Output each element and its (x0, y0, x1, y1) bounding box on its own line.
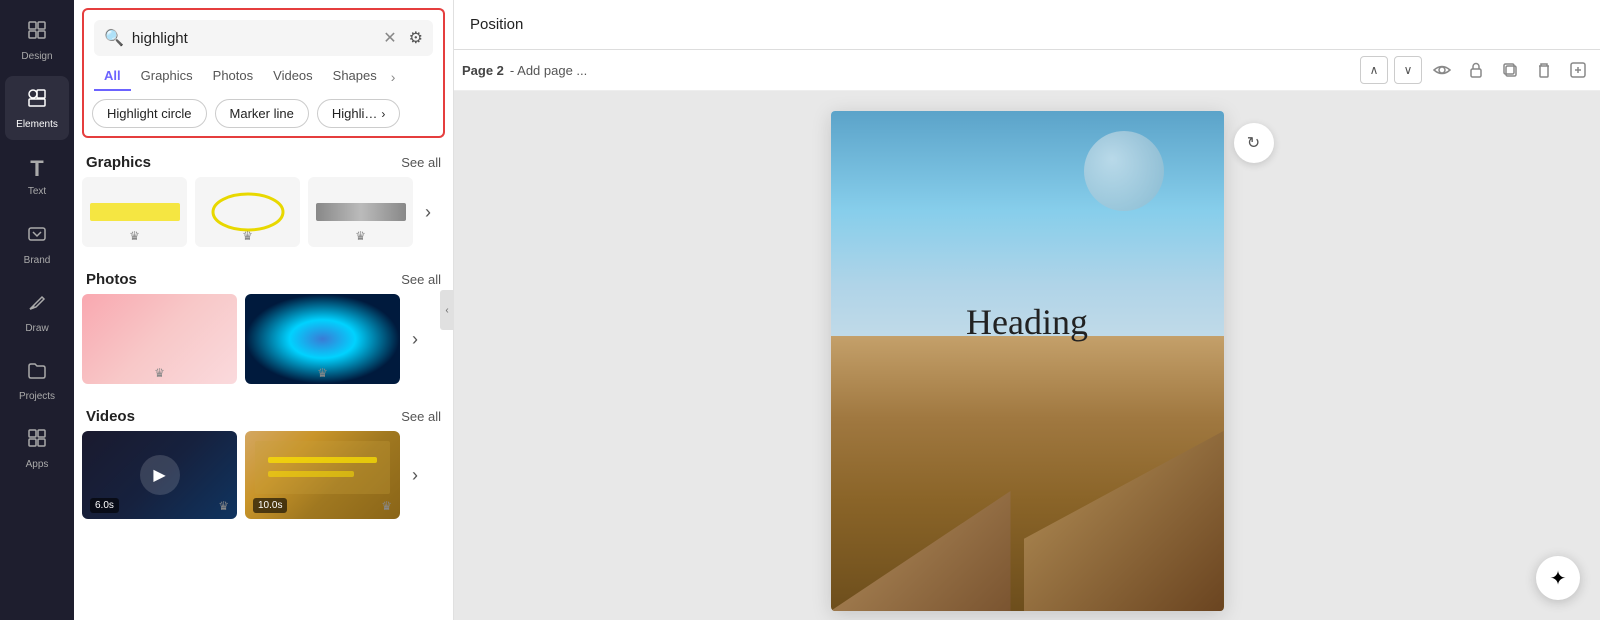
graphics-see-all[interactable]: See all (401, 155, 441, 170)
photos-grid: ♛ ♛ › (82, 294, 445, 384)
graphics-title: Graphics (86, 154, 151, 171)
tab-all[interactable]: All (94, 62, 131, 91)
photo-crown-1: ♛ (154, 366, 165, 380)
add-icon-button[interactable] (1564, 56, 1592, 84)
photos-grid-arrow-icon[interactable]: › (408, 325, 422, 354)
tab-videos[interactable]: Videos (263, 62, 323, 91)
videos-see-all[interactable]: See all (401, 409, 441, 424)
chip-label: Highli… (332, 106, 378, 121)
photo-item-1[interactable]: ♛ (82, 294, 237, 384)
text-icon: T (30, 156, 43, 182)
brand-icon (26, 223, 48, 251)
crown-badge-3: ♛ (355, 229, 366, 243)
sidebar-label-text: Text (28, 186, 46, 197)
sidebar-label-design: Design (21, 51, 52, 62)
sidebar-item-elements[interactable]: Elements (5, 76, 69, 140)
canvas-heading-text[interactable]: Heading (966, 301, 1088, 343)
canvas-area: Position Page 2 - Add page ... ∧ ∨ (454, 0, 1600, 620)
sidebar-item-text[interactable]: T Text (5, 144, 69, 208)
sidebar-label-projects: Projects (19, 391, 55, 402)
canvas-page[interactable]: Heading (831, 111, 1224, 611)
video-duration-2: 10.0s (253, 498, 287, 513)
magic-button[interactable]: ✦ (1536, 556, 1580, 600)
page-nav-down-button[interactable]: ∨ (1394, 56, 1422, 84)
graphics-grid-arrow-icon[interactable]: › (421, 198, 435, 227)
sidebar-item-brand[interactable]: Brand (5, 212, 69, 276)
delete-icon-button[interactable] (1530, 56, 1558, 84)
sidebar-label-brand: Brand (24, 255, 51, 266)
canvas-wrapper[interactable]: Heading ↻ + Add page (454, 91, 1600, 620)
tab-shapes[interactable]: Shapes (323, 62, 387, 91)
graphic-item-2[interactable]: ♛ (195, 177, 300, 247)
tab-graphics[interactable]: Graphics (131, 62, 203, 91)
sidebar: Design Elements T Text Brand (0, 0, 74, 620)
graphic-item-3[interactable]: ♛ (308, 177, 413, 247)
sidebar-label-elements: Elements (16, 119, 58, 130)
photos-header: Photos See all (82, 263, 445, 294)
video-duration-1: 6.0s (90, 498, 119, 513)
tabs-arrow-icon[interactable]: › (387, 69, 400, 85)
search-input[interactable] (132, 30, 375, 47)
videos-header: Videos See all (82, 400, 445, 431)
photos-section: Photos See all ♛ ♛ › (82, 263, 445, 384)
sidebar-label-draw: Draw (25, 323, 48, 334)
page-nav-up-button[interactable]: ∧ (1360, 56, 1388, 84)
videos-section: Videos See all ▶ 6.0s ♛ (82, 400, 445, 519)
filter-icon[interactable]: ⚙ (409, 28, 423, 48)
crown-badge-2: ♛ (242, 229, 253, 243)
projects-icon (26, 359, 48, 387)
photo-crown-2: ♛ (317, 366, 328, 380)
graphics-header: Graphics See all (82, 146, 445, 177)
elements-panel: 🔍 ✕ ⚙ All Graphics Photos Videos Shapes … (74, 0, 454, 620)
page-number-label: Page 2 (462, 63, 504, 78)
videos-grid-arrow-icon[interactable]: › (408, 461, 422, 490)
graphic-item-1[interactable]: ♛ (82, 177, 187, 247)
sidebar-item-draw[interactable]: Draw (5, 280, 69, 344)
photos-see-all[interactable]: See all (401, 272, 441, 287)
tab-photos[interactable]: Photos (203, 62, 263, 91)
chip-marker-line[interactable]: Marker line (215, 99, 309, 128)
panel-collapse-button[interactable]: ‹ (440, 290, 454, 330)
eye-icon-button[interactable] (1428, 56, 1456, 84)
add-page-label[interactable]: - Add page ... (510, 63, 587, 78)
page-bar: Page 2 - Add page ... ∧ ∨ (454, 50, 1600, 91)
search-clear-icon[interactable]: ✕ (383, 28, 396, 48)
sidebar-item-apps[interactable]: Apps (5, 416, 69, 480)
crown-badge-1: ♛ (129, 229, 140, 243)
yellow-highlight-bar (90, 203, 180, 221)
videos-title: Videos (86, 408, 135, 425)
graphics-grid: ♛ ♛ ♛ › (82, 177, 445, 247)
draw-icon (26, 291, 48, 319)
refresh-button[interactable]: ↻ (1234, 123, 1274, 163)
chip-highlight-more[interactable]: Highli… › (317, 99, 401, 128)
canvas-background: Heading (831, 111, 1224, 611)
search-bar[interactable]: 🔍 ✕ ⚙ (94, 20, 433, 56)
elements-icon (26, 87, 48, 115)
gray-highlight-bar (316, 203, 406, 221)
apps-icon (26, 427, 48, 455)
chip-highlight-circle[interactable]: Highlight circle (92, 99, 207, 128)
search-tabs: All Graphics Photos Videos Shapes › (94, 56, 433, 91)
panel-content: Graphics See all ♛ ♛ ♛ › (74, 146, 453, 620)
video-item-2[interactable]: 10.0s ♛ (245, 431, 400, 519)
planet-element (1084, 131, 1164, 211)
chip-arrow-icon: › (381, 107, 385, 121)
search-icon: 🔍 (104, 28, 124, 48)
sidebar-item-design[interactable]: Design (5, 8, 69, 72)
design-icon (26, 19, 48, 47)
video-item-1[interactable]: ▶ 6.0s ♛ (82, 431, 237, 519)
sidebar-label-apps: Apps (26, 459, 49, 470)
duplicate-icon-button[interactable] (1496, 56, 1524, 84)
graphics-section: Graphics See all ♛ ♛ ♛ › (82, 146, 445, 247)
position-label: Position (470, 16, 523, 33)
photo-item-2[interactable]: ♛ (245, 294, 400, 384)
lock-icon-button[interactable] (1462, 56, 1490, 84)
photos-title: Photos (86, 271, 137, 288)
videos-grid: ▶ 6.0s ♛ 10.0s ♛ › (82, 431, 445, 519)
top-toolbar: Position (454, 0, 1600, 50)
sidebar-item-projects[interactable]: Projects (5, 348, 69, 412)
